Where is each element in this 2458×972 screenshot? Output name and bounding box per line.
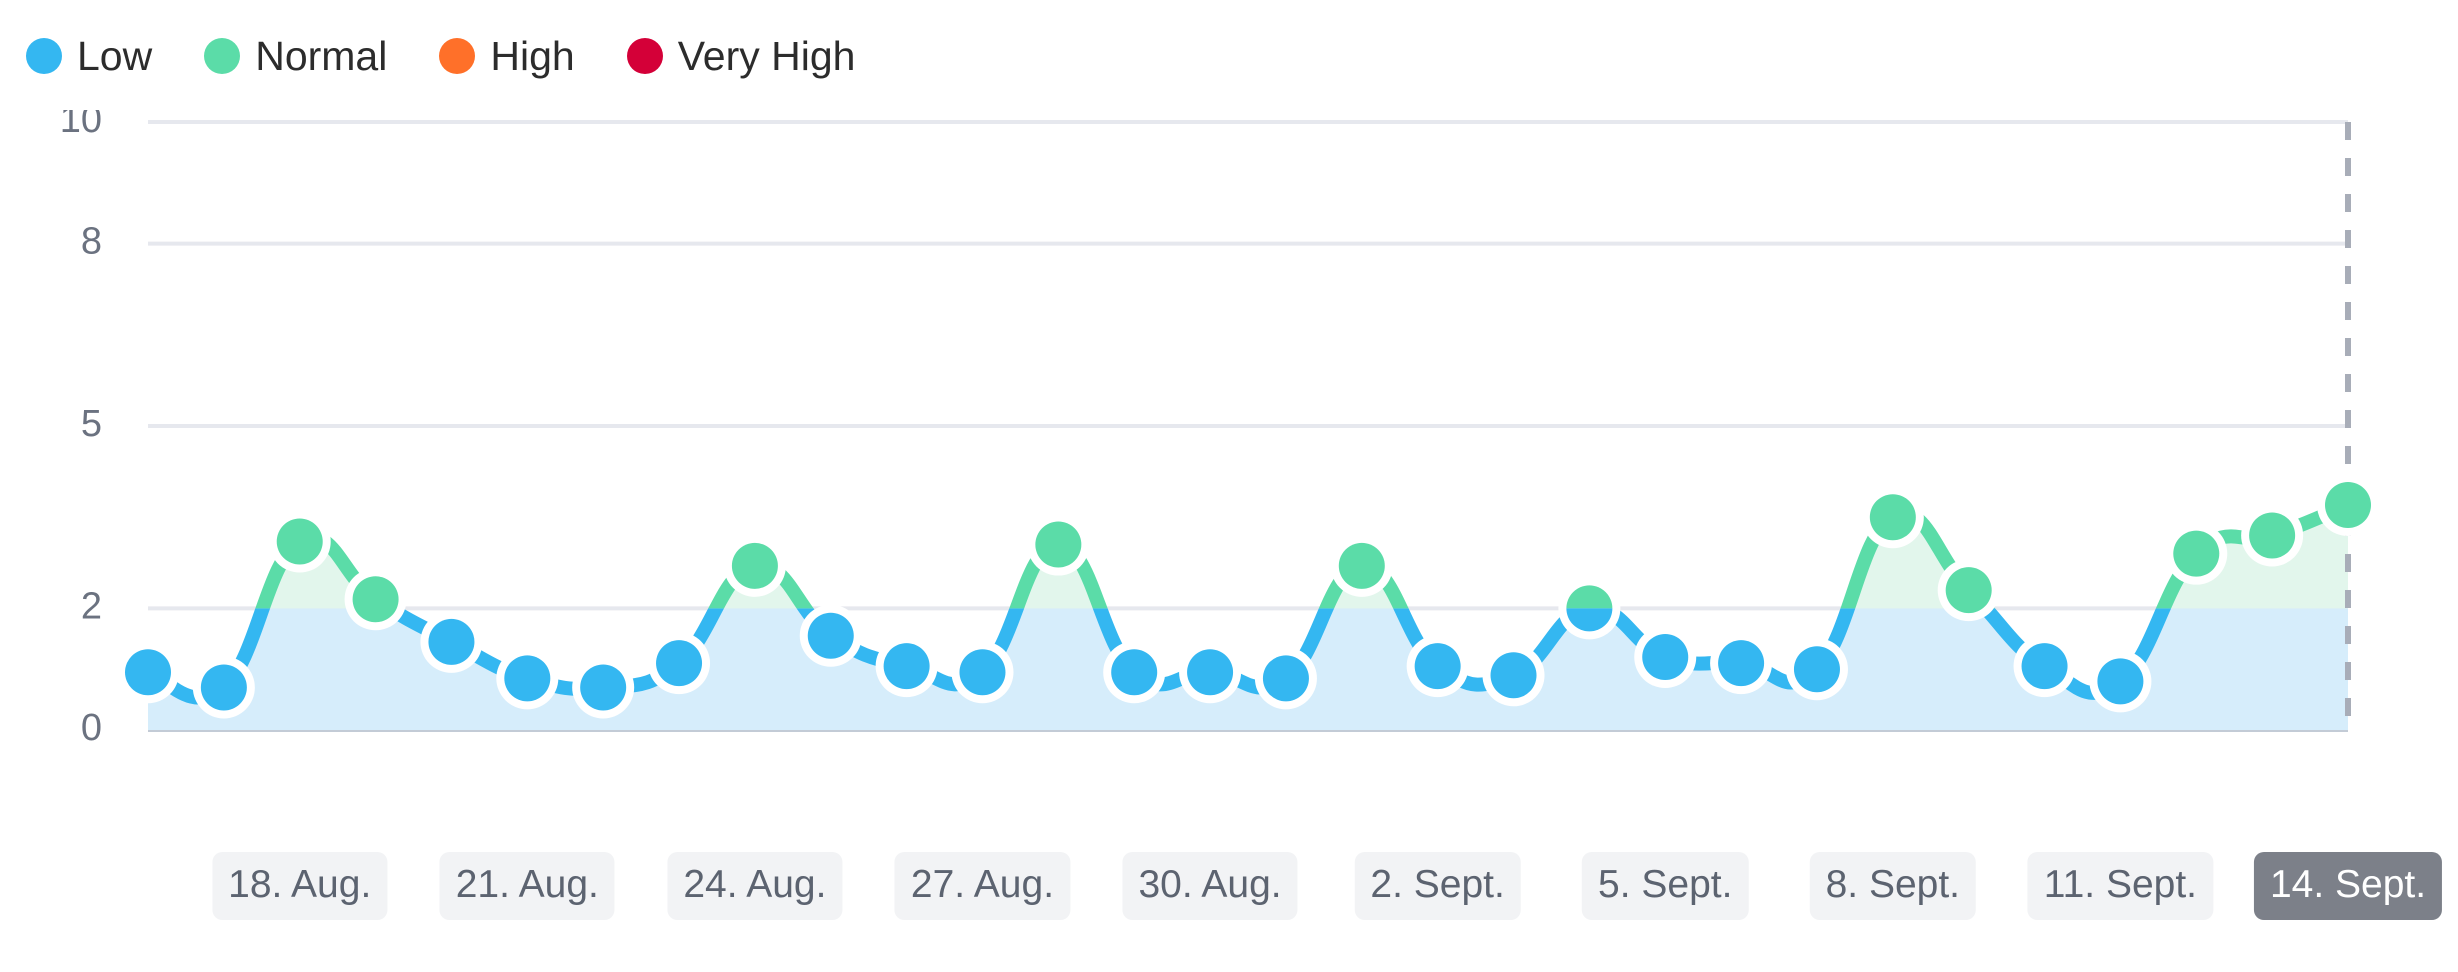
- legend-item-normal[interactable]: Normal: [204, 32, 388, 79]
- data-point[interactable]: [959, 649, 1006, 696]
- data-point[interactable]: [1338, 542, 1385, 589]
- legend-item-label: High: [490, 32, 575, 79]
- data-point[interactable]: [1262, 655, 1309, 702]
- legend-item-low[interactable]: Low: [26, 32, 153, 79]
- y-axis-tick-label: 8: [81, 221, 102, 263]
- data-point[interactable]: [2325, 482, 2371, 529]
- data-point[interactable]: [428, 618, 475, 665]
- legend-dot-icon: [26, 38, 62, 74]
- data-point[interactable]: [200, 664, 247, 711]
- data-point[interactable]: [580, 664, 627, 711]
- x-axis-tick-label[interactable]: 5. Sept.: [1582, 852, 1749, 920]
- legend-dot-icon: [626, 38, 663, 74]
- data-point[interactable]: [276, 518, 323, 565]
- x-axis-tick-label[interactable]: 8. Sept.: [1809, 852, 1977, 920]
- data-point[interactable]: [2021, 643, 2068, 690]
- data-point[interactable]: [1187, 649, 1234, 696]
- x-axis-tick-label-today[interactable]: 14. Sept.: [2253, 852, 2443, 920]
- legend-item-label: Normal: [255, 32, 388, 79]
- y-axis-tick-label: 5: [81, 403, 102, 445]
- chart-plot-area: 0 2 5 8 10: [0, 110, 2458, 850]
- data-point[interactable]: [1111, 649, 1158, 696]
- y-axis-tick-label: 0: [81, 707, 102, 749]
- legend-item-label: Very High: [677, 32, 856, 79]
- glucose-chart-page: Low Normal High Very High 0 2 5 8 10 18. Aug. 21…: [0, 0, 2458, 972]
- data-point[interactable]: [731, 542, 778, 589]
- chart-legend: Low Normal High Very High: [26, 28, 907, 84]
- data-point[interactable]: [807, 612, 854, 659]
- chart-svg: 0 2 5 8 10: [60, 110, 2379, 749]
- legend-item-label: Low: [77, 32, 153, 79]
- data-point[interactable]: [2173, 530, 2220, 577]
- data-point[interactable]: [1718, 640, 1765, 687]
- x-axis-tick-label[interactable]: 24. Aug.: [667, 852, 843, 920]
- data-point[interactable]: [1869, 494, 1916, 541]
- data-point[interactable]: [1414, 643, 1461, 690]
- data-point[interactable]: [1642, 634, 1689, 681]
- data-point[interactable]: [1945, 567, 1992, 614]
- x-axis-tick-label[interactable]: 2. Sept.: [1354, 852, 1521, 920]
- data-point[interactable]: [504, 655, 551, 702]
- x-axis-labels: 18. Aug. 21. Aug. 24. Aug. 27. Aug. 30. Aug.…: [0, 852, 2458, 932]
- x-axis-tick-label[interactable]: 27. Aug.: [894, 852, 1071, 920]
- area-fill-low: [148, 608, 2348, 730]
- x-axis-tick-label[interactable]: 18. Aug.: [212, 852, 388, 920]
- legend-item-very-high[interactable]: Very High: [626, 32, 856, 79]
- x-axis-tick-label[interactable]: 11. Sept.: [2027, 852, 2214, 920]
- x-axis-tick-label[interactable]: 30. Aug.: [1122, 852, 1298, 920]
- y-axis-tick-label: 10: [60, 110, 102, 141]
- data-point[interactable]: [125, 649, 171, 696]
- data-point[interactable]: [1035, 521, 1082, 568]
- legend-dot-icon: [439, 38, 476, 74]
- data-point[interactable]: [352, 576, 399, 623]
- data-point[interactable]: [1490, 652, 1537, 699]
- data-point[interactable]: [2249, 512, 2296, 559]
- x-axis-tick-label[interactable]: 21. Aug.: [439, 852, 615, 920]
- data-point[interactable]: [656, 640, 703, 687]
- legend-item-high[interactable]: High: [439, 32, 575, 79]
- y-axis-tick-label: 2: [81, 585, 102, 627]
- data-point[interactable]: [2097, 658, 2144, 705]
- legend-dot-icon: [204, 38, 241, 74]
- data-point[interactable]: [1793, 646, 1840, 693]
- data-point[interactable]: [883, 643, 930, 690]
